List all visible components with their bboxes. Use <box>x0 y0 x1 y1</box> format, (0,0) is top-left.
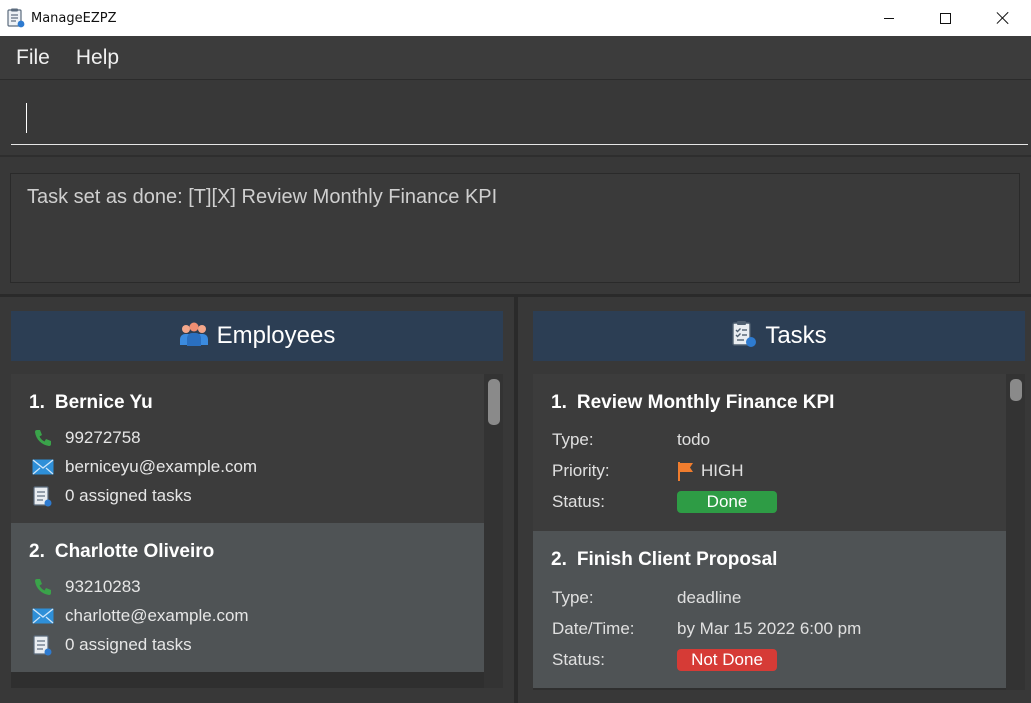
result-display[interactable]: Task set as done: [T][X] Review Monthly … <box>10 173 1020 283</box>
task-name: Finish Client Proposal <box>576 549 778 570</box>
panel-splitter[interactable] <box>514 297 518 703</box>
task-card[interactable]: 1. Review Monthly Finance KPI Type: todo … <box>533 374 1006 531</box>
employee-list-scrollbar[interactable] <box>484 374 503 688</box>
employee-phone: 93210283 <box>65 577 141 596</box>
task-index: 2. <box>551 549 567 570</box>
employee-list[interactable]: 1. Bernice Yu 99272758 berniceyu@example.… <box>11 374 484 688</box>
tasks-title: Tasks <box>765 322 827 349</box>
employee-phone-row: 93210283 <box>31 574 141 600</box>
employee-tasks-row: 0 assigned tasks <box>31 483 192 509</box>
employee-name-line: 2. Charlotte Oliveiro <box>29 541 214 563</box>
minimize-button[interactable] <box>860 0 917 36</box>
task-priority-row: Priority: HIGH <box>552 458 744 484</box>
task-card[interactable]: 2. Finish Client Proposal Type: deadline … <box>533 531 1006 688</box>
menu-help[interactable]: Help <box>76 46 119 70</box>
employee-card[interactable]: 2. Charlotte Oliveiro 93210283 charlotte@… <box>11 523 484 672</box>
maximize-icon <box>940 12 951 24</box>
task-datetime: by Mar 15 2022 6:00 pm <box>677 619 862 638</box>
task-name-line: 1. Review Monthly Finance KPI <box>551 392 834 414</box>
employees-icon <box>179 321 209 351</box>
status-badge: Not Done <box>677 649 777 671</box>
task-status-label: Status: <box>552 492 605 511</box>
menu-file[interactable]: File <box>16 46 50 70</box>
task-status-label: Status: <box>552 650 605 669</box>
phone-icon <box>31 576 55 598</box>
task-priority-label: Priority: <box>552 461 610 480</box>
employee-phone-row: 99272758 <box>31 425 141 451</box>
employee-email: charlotte@example.com <box>65 606 249 625</box>
scrollbar-thumb[interactable] <box>1010 379 1022 401</box>
task-type-label: Type: <box>552 430 594 449</box>
task-list-scrollbar[interactable] <box>1006 374 1025 690</box>
employee-name-line: 1. Bernice Yu <box>29 392 153 414</box>
task-type-row: Type: deadline <box>552 585 741 611</box>
employee-email-row: charlotte@example.com <box>31 603 249 629</box>
task-name-line: 2. Finish Client Proposal <box>551 549 777 571</box>
employee-card[interactable]: 1. Bernice Yu 99272758 berniceyu@example.… <box>11 374 484 523</box>
task-type: deadline <box>677 588 742 607</box>
task-type: todo <box>677 430 711 449</box>
status-badge: Done <box>677 491 777 513</box>
task-priority: HIGH <box>701 461 744 480</box>
title-bar: ManageEZPZ <box>0 0 1031 36</box>
employee-tasks-row: 0 assigned tasks <box>31 632 192 658</box>
task-list-icon <box>31 634 55 656</box>
employee-name: Charlotte Oliveiro <box>54 541 215 562</box>
email-icon <box>31 456 55 478</box>
minimize-icon <box>883 17 894 19</box>
employees-header: Employees <box>11 311 503 361</box>
tasks-icon <box>731 320 757 352</box>
task-list-icon <box>31 485 55 507</box>
scrollbar-thumb[interactable] <box>488 379 500 425</box>
text-caret <box>26 103 27 133</box>
task-datetime-row: Date/Time: by Mar 15 2022 6:00 pm <box>552 616 861 642</box>
result-message: Task set as done: [T][X] Review Monthly … <box>27 186 498 208</box>
email-icon <box>31 605 55 627</box>
phone-icon <box>31 427 55 449</box>
window-title: ManageEZPZ <box>31 10 117 26</box>
employee-email: berniceyu@example.com <box>65 457 258 476</box>
menu-bar: File Help <box>0 36 1031 80</box>
flag-icon <box>677 461 695 481</box>
employee-name: Bernice Yu <box>54 392 153 413</box>
employee-email-row: berniceyu@example.com <box>31 454 257 480</box>
command-area <box>0 81 1031 157</box>
close-button[interactable] <box>974 0 1031 36</box>
employee-task-count: 0 assigned tasks <box>65 635 192 654</box>
employee-phone: 99272758 <box>65 428 141 447</box>
employee-index: 2. <box>29 541 45 562</box>
close-icon <box>997 12 1009 24</box>
task-status-row: Status: Not Done <box>552 647 777 673</box>
app-icon <box>7 8 25 28</box>
employees-title: Employees <box>216 322 336 349</box>
task-status-row: Status: Done <box>552 489 777 515</box>
task-type-row: Type: todo <box>552 427 710 453</box>
tasks-header: Tasks <box>533 311 1025 361</box>
employee-task-count: 0 assigned tasks <box>65 486 192 505</box>
maximize-button[interactable] <box>917 0 974 36</box>
task-type-label: Type: <box>552 588 594 607</box>
command-input[interactable] <box>11 103 1028 145</box>
task-name: Review Monthly Finance KPI <box>576 392 835 413</box>
window-controls <box>860 0 1031 36</box>
task-list[interactable]: 1. Review Monthly Finance KPI Type: todo … <box>533 374 1006 690</box>
task-index: 1. <box>551 392 567 413</box>
employee-index: 1. <box>29 392 45 413</box>
task-datetime-label: Date/Time: <box>552 619 635 638</box>
